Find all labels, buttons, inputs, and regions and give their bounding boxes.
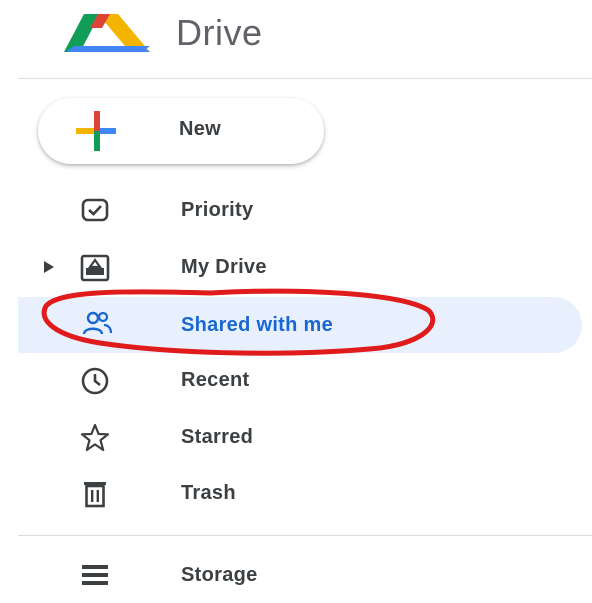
- new-button[interactable]: New: [38, 98, 324, 164]
- sidebar-item-priority[interactable]: Priority: [0, 182, 592, 238]
- sidebar-item-label: Trash: [181, 482, 236, 504]
- sidebar-item-starred[interactable]: Starred: [0, 409, 592, 465]
- sidebar-item-label: Priority: [181, 199, 254, 221]
- new-button-label: New: [179, 118, 222, 140]
- my-drive-icon: [80, 254, 110, 282]
- shared-people-icon: [82, 311, 112, 335]
- header: Drive: [0, 0, 592, 78]
- sidebar-item-trash[interactable]: Trash: [0, 465, 592, 521]
- storage-icon: [82, 565, 108, 585]
- sidebar-item-shared-with-me[interactable]: Shared with me: [0, 295, 592, 353]
- sidebar-item-label: Recent: [181, 369, 250, 391]
- sidebar-item-label: Shared with me: [181, 314, 334, 336]
- trash-icon: [84, 482, 106, 508]
- sidebar-item-recent[interactable]: Recent: [0, 352, 592, 408]
- sidebar-item-label: Starred: [181, 426, 254, 448]
- priority-check-icon: [81, 198, 109, 222]
- sidebar-item-my-drive[interactable]: My Drive: [0, 239, 592, 295]
- expand-arrow-icon[interactable]: [44, 261, 54, 273]
- app-title: Drive: [176, 12, 263, 53]
- star-outline-icon: [80, 423, 110, 452]
- sidebar-item-storage[interactable]: Storage: [0, 547, 592, 603]
- storage-divider: [18, 535, 592, 536]
- header-divider: [18, 78, 592, 79]
- plus-multicolor-icon: [76, 111, 116, 151]
- sidebar-item-label: Storage: [181, 564, 258, 586]
- google-drive-logo-icon[interactable]: [62, 8, 154, 58]
- clock-icon: [81, 367, 109, 395]
- sidebar-item-label: My Drive: [181, 256, 267, 278]
